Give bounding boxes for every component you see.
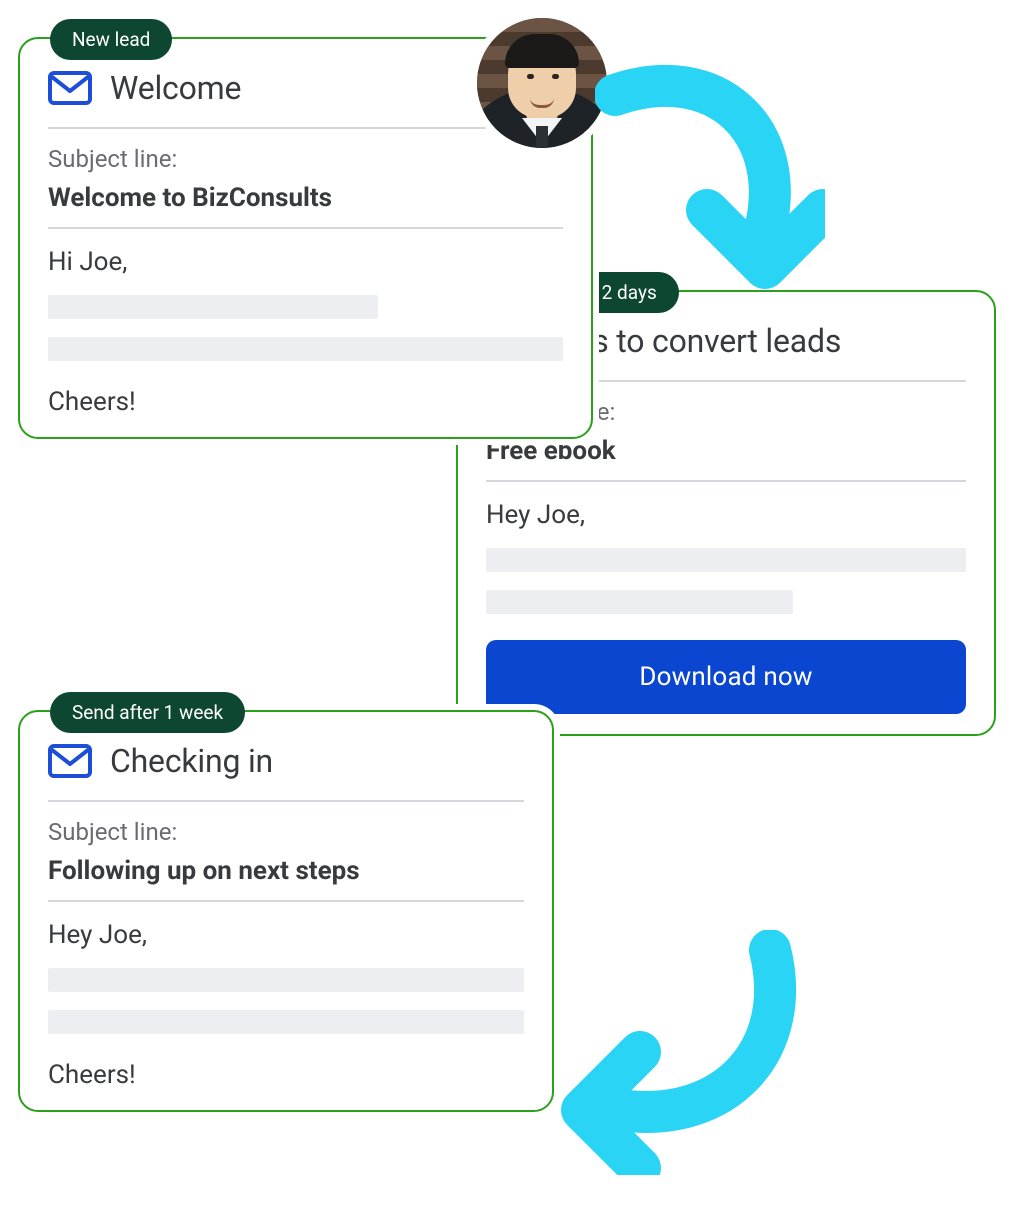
email-greeting: Hey Joe, (48, 920, 524, 950)
email-card-checkin: Send after 1 week Checking in Subject li… (18, 710, 554, 1112)
body-placeholder-line (486, 548, 966, 572)
flow-arrow-icon (595, 40, 825, 295)
email-signoff: Cheers! (48, 1060, 524, 1090)
timing-badge: New lead (50, 19, 172, 60)
subject-line-value: Welcome to BizConsults (48, 183, 563, 213)
email-greeting: Hey Joe, (486, 500, 966, 530)
user-avatar (470, 11, 614, 155)
body-placeholder-line (486, 590, 793, 614)
mail-icon (48, 744, 92, 778)
subject-line-value: Free ebook (486, 436, 966, 466)
subject-line-value: Following up on next steps (48, 856, 524, 886)
body-placeholder-line (48, 295, 378, 319)
subject-line-label: Subject line: (48, 145, 563, 173)
download-now-button[interactable]: Download now (486, 640, 966, 714)
body-placeholder-line (48, 1010, 524, 1034)
flow-arrow-icon (555, 930, 810, 1175)
body-placeholder-line (48, 968, 524, 992)
body-placeholder-line (48, 337, 563, 361)
email-signoff: Cheers! (48, 387, 563, 417)
email-greeting: Hi Joe, (48, 247, 563, 277)
email-title: Welcome (110, 69, 241, 107)
mail-icon (48, 71, 92, 105)
subject-line-label: Subject line: (48, 818, 524, 846)
timing-badge: Send after 1 week (50, 692, 245, 733)
email-title: Checking in (110, 742, 273, 780)
